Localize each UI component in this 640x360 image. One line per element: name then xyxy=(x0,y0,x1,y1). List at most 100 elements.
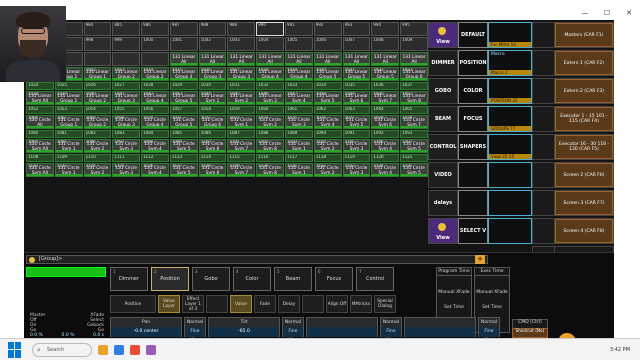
pool-cell[interactable]: 131 Linear All xyxy=(198,52,227,66)
pool-cell[interactable]: 1124 131 Circle Sym 2 xyxy=(83,163,112,177)
pool-cell[interactable]: 1041 131 Linear Group 3 xyxy=(112,91,141,105)
pool-cell[interactable]: 1113 xyxy=(169,154,198,162)
attribute-button[interactable]: Special Dialog xyxy=(374,295,396,313)
pool-cell[interactable]: 1082 xyxy=(83,130,112,138)
pool-cell[interactable]: 1126 131 Circle Sym 4 xyxy=(141,163,169,177)
pool-cell[interactable]: 992 xyxy=(313,22,342,36)
browser-icon[interactable] xyxy=(114,344,124,355)
pool-cell[interactable]: 1038 131 Linear Sym All xyxy=(26,91,54,105)
view-box[interactable]: GROUPS 77 xyxy=(488,106,532,132)
pool-cell[interactable]: 988 xyxy=(198,22,227,36)
pool-cell[interactable]: 991 xyxy=(285,22,313,36)
executor-slot[interactable] xyxy=(533,79,555,103)
pool-cell[interactable]: 1016 131 Linear Group 3 xyxy=(198,67,227,81)
pool-cell[interactable]: 1049 131 Linear Sym 6 xyxy=(342,91,371,105)
pool-cell[interactable]: 1135 131 Circle Sym 5 xyxy=(400,163,428,177)
preset-type-button[interactable]: BEAM xyxy=(428,106,458,132)
folder-icon[interactable] xyxy=(98,344,108,355)
pool-cell[interactable]: 1087 xyxy=(227,130,256,138)
preset-type-button[interactable]: FOCUS xyxy=(458,106,488,132)
pool-cell[interactable]: 1043 131 Linear Group 5 xyxy=(169,91,198,105)
view-box[interactable] xyxy=(488,162,532,188)
pool-cell[interactable]: 1117 xyxy=(285,154,313,162)
pool-cell[interactable]: 1018 131 Linear Group 4 xyxy=(256,67,285,81)
pool-cell[interactable]: 1045 131 Linear Sym 2 xyxy=(227,91,256,105)
pool-cell[interactable]: 1090 xyxy=(313,130,342,138)
encoder[interactable] xyxy=(404,317,476,337)
cmd-plus-button[interactable]: + xyxy=(475,255,485,264)
pool-cell[interactable]: 1107 131 Circle Sym 5 xyxy=(400,139,428,153)
attribute-button[interactable]: Fade xyxy=(254,295,276,313)
pool-cell[interactable]: 1108 xyxy=(26,154,54,162)
pool-cell[interactable]: 1030 xyxy=(198,82,227,90)
pool-cell[interactable]: 1017 131 Linear Group 3 xyxy=(227,67,256,81)
view-box[interactable]: View 25 25 xyxy=(488,134,532,160)
pool-cell[interactable]: 1028 xyxy=(141,82,169,90)
pool-cell[interactable]: 1053 xyxy=(54,106,83,114)
pool-cell[interactable]: 1125 131 Circle Sym 3 xyxy=(112,163,141,177)
pool-cell[interactable] xyxy=(112,52,141,66)
executor-slot[interactable] xyxy=(533,191,555,215)
feature-tab[interactable]: 5 Beam xyxy=(274,267,312,291)
pool-cell[interactable]: 1078 131 Circle Sym 6 xyxy=(371,115,400,129)
pool-cell[interactable]: 1014 131 Linear Group 2 xyxy=(141,67,169,81)
pool-cell[interactable]: 1003 xyxy=(227,37,256,51)
view-box[interactable] xyxy=(488,190,532,216)
pool-cell[interactable]: 1099 131 Circle Sym 5 xyxy=(169,139,198,153)
pool-cell[interactable]: 1115 xyxy=(227,154,256,162)
preset-type-button[interactable]: DEFAULT xyxy=(458,22,488,48)
pool-cell[interactable]: 1098 131 Circle Sym 4 xyxy=(141,139,169,153)
pool-cell[interactable]: 1105 131 Circle Sym 3 xyxy=(342,139,371,153)
pool-cell[interactable]: 1007 xyxy=(342,37,371,51)
executor-button[interactable]: Executor 16 - 30 116 - 130 (CAR F5) xyxy=(555,135,613,159)
pool-cell[interactable]: 1032 xyxy=(256,82,285,90)
pool-cell[interactable]: 1012 131 Linear Group 1 xyxy=(83,67,112,81)
pool-cell[interactable]: 990 xyxy=(256,22,285,36)
pool-cell[interactable]: 1026 xyxy=(83,82,112,90)
executor-button[interactable]: Screen 2 (CAR F6) xyxy=(555,163,613,187)
pool-cell[interactable]: 986 xyxy=(141,22,169,36)
pool-cell[interactable]: 131 Linear All xyxy=(285,52,313,66)
preset-type-button[interactable] xyxy=(458,190,488,216)
pool-cell[interactable]: 1100 131 Circle Sym 6 xyxy=(198,139,227,153)
pool-cell[interactable]: 1057 xyxy=(169,106,198,114)
pool-cell[interactable]: 1127 131 Circle Sym 5 xyxy=(169,163,198,177)
pool-cell[interactable]: 1051 131 Linear Sym 8 xyxy=(400,91,428,105)
pool-cell[interactable]: 1019 131 Linear Group 4 xyxy=(285,67,313,81)
pool-cell[interactable]: 1059 xyxy=(227,106,256,114)
executor-button[interactable]: Executor 1 - 15 101 - 115 (CAR F4) xyxy=(555,107,613,131)
pool-cell[interactable]: 1096 131 Circle Sym 2 xyxy=(83,139,112,153)
pool-cell[interactable]: 1068 131 Circle Group 2 xyxy=(83,115,112,129)
attribute-button[interactable]: Align Off xyxy=(326,295,348,313)
pool-cell[interactable]: 1132 131 Circle Sym 2 xyxy=(313,163,342,177)
pool-cell[interactable]: 1042 131 Linear Group 4 xyxy=(141,91,169,105)
pool-cell[interactable]: 1021 131 Linear Group 5 xyxy=(342,67,371,81)
pool-cell[interactable]: 1034 xyxy=(313,82,342,90)
pool-cell[interactable]: 985 xyxy=(112,22,141,36)
pool-cell[interactable]: 1109 xyxy=(54,154,83,162)
pool-cell[interactable]: 1048 131 Linear Sym 5 xyxy=(313,91,342,105)
pool-cell[interactable]: 1013 131 Linear Group 2 xyxy=(112,67,141,81)
executor-slot[interactable] xyxy=(533,163,555,187)
pool-cell[interactable]: 1118 xyxy=(313,154,342,162)
feature-tab[interactable]: 6 Focus xyxy=(315,267,353,291)
executor-button[interactable]: Extern 1 (CAR F2) xyxy=(555,51,613,75)
pool-cell[interactable]: 1025 xyxy=(54,82,83,90)
pool-cell[interactable]: 1052 xyxy=(26,106,54,114)
view-box[interactable]: Macro Macro 2 xyxy=(488,50,532,76)
pool-cell[interactable]: 1101 131 Circle Sym 7 xyxy=(227,139,256,153)
pool-cell[interactable]: 984 xyxy=(83,22,112,36)
pool-cell[interactable]: 1037 xyxy=(400,82,428,90)
preset-type-button[interactable] xyxy=(458,162,488,188)
pool-cell[interactable]: 1110 xyxy=(83,154,112,162)
pool-cell[interactable]: 1062 xyxy=(313,106,342,114)
pool-cell[interactable]: 1000 xyxy=(141,37,169,51)
pool-cell[interactable] xyxy=(83,52,112,66)
attribute-button[interactable] xyxy=(302,295,324,313)
pool-cell[interactable]: 1060 xyxy=(256,106,285,114)
pool-cell[interactable]: 1070 131 Circle Group 4 xyxy=(141,115,169,129)
app-icon[interactable] xyxy=(130,344,140,355)
executor-slot[interactable] xyxy=(533,107,555,131)
encoder[interactable]: Normal Fine Ultra xyxy=(380,317,402,337)
preset-type-button[interactable]: VIDEO xyxy=(428,162,458,188)
